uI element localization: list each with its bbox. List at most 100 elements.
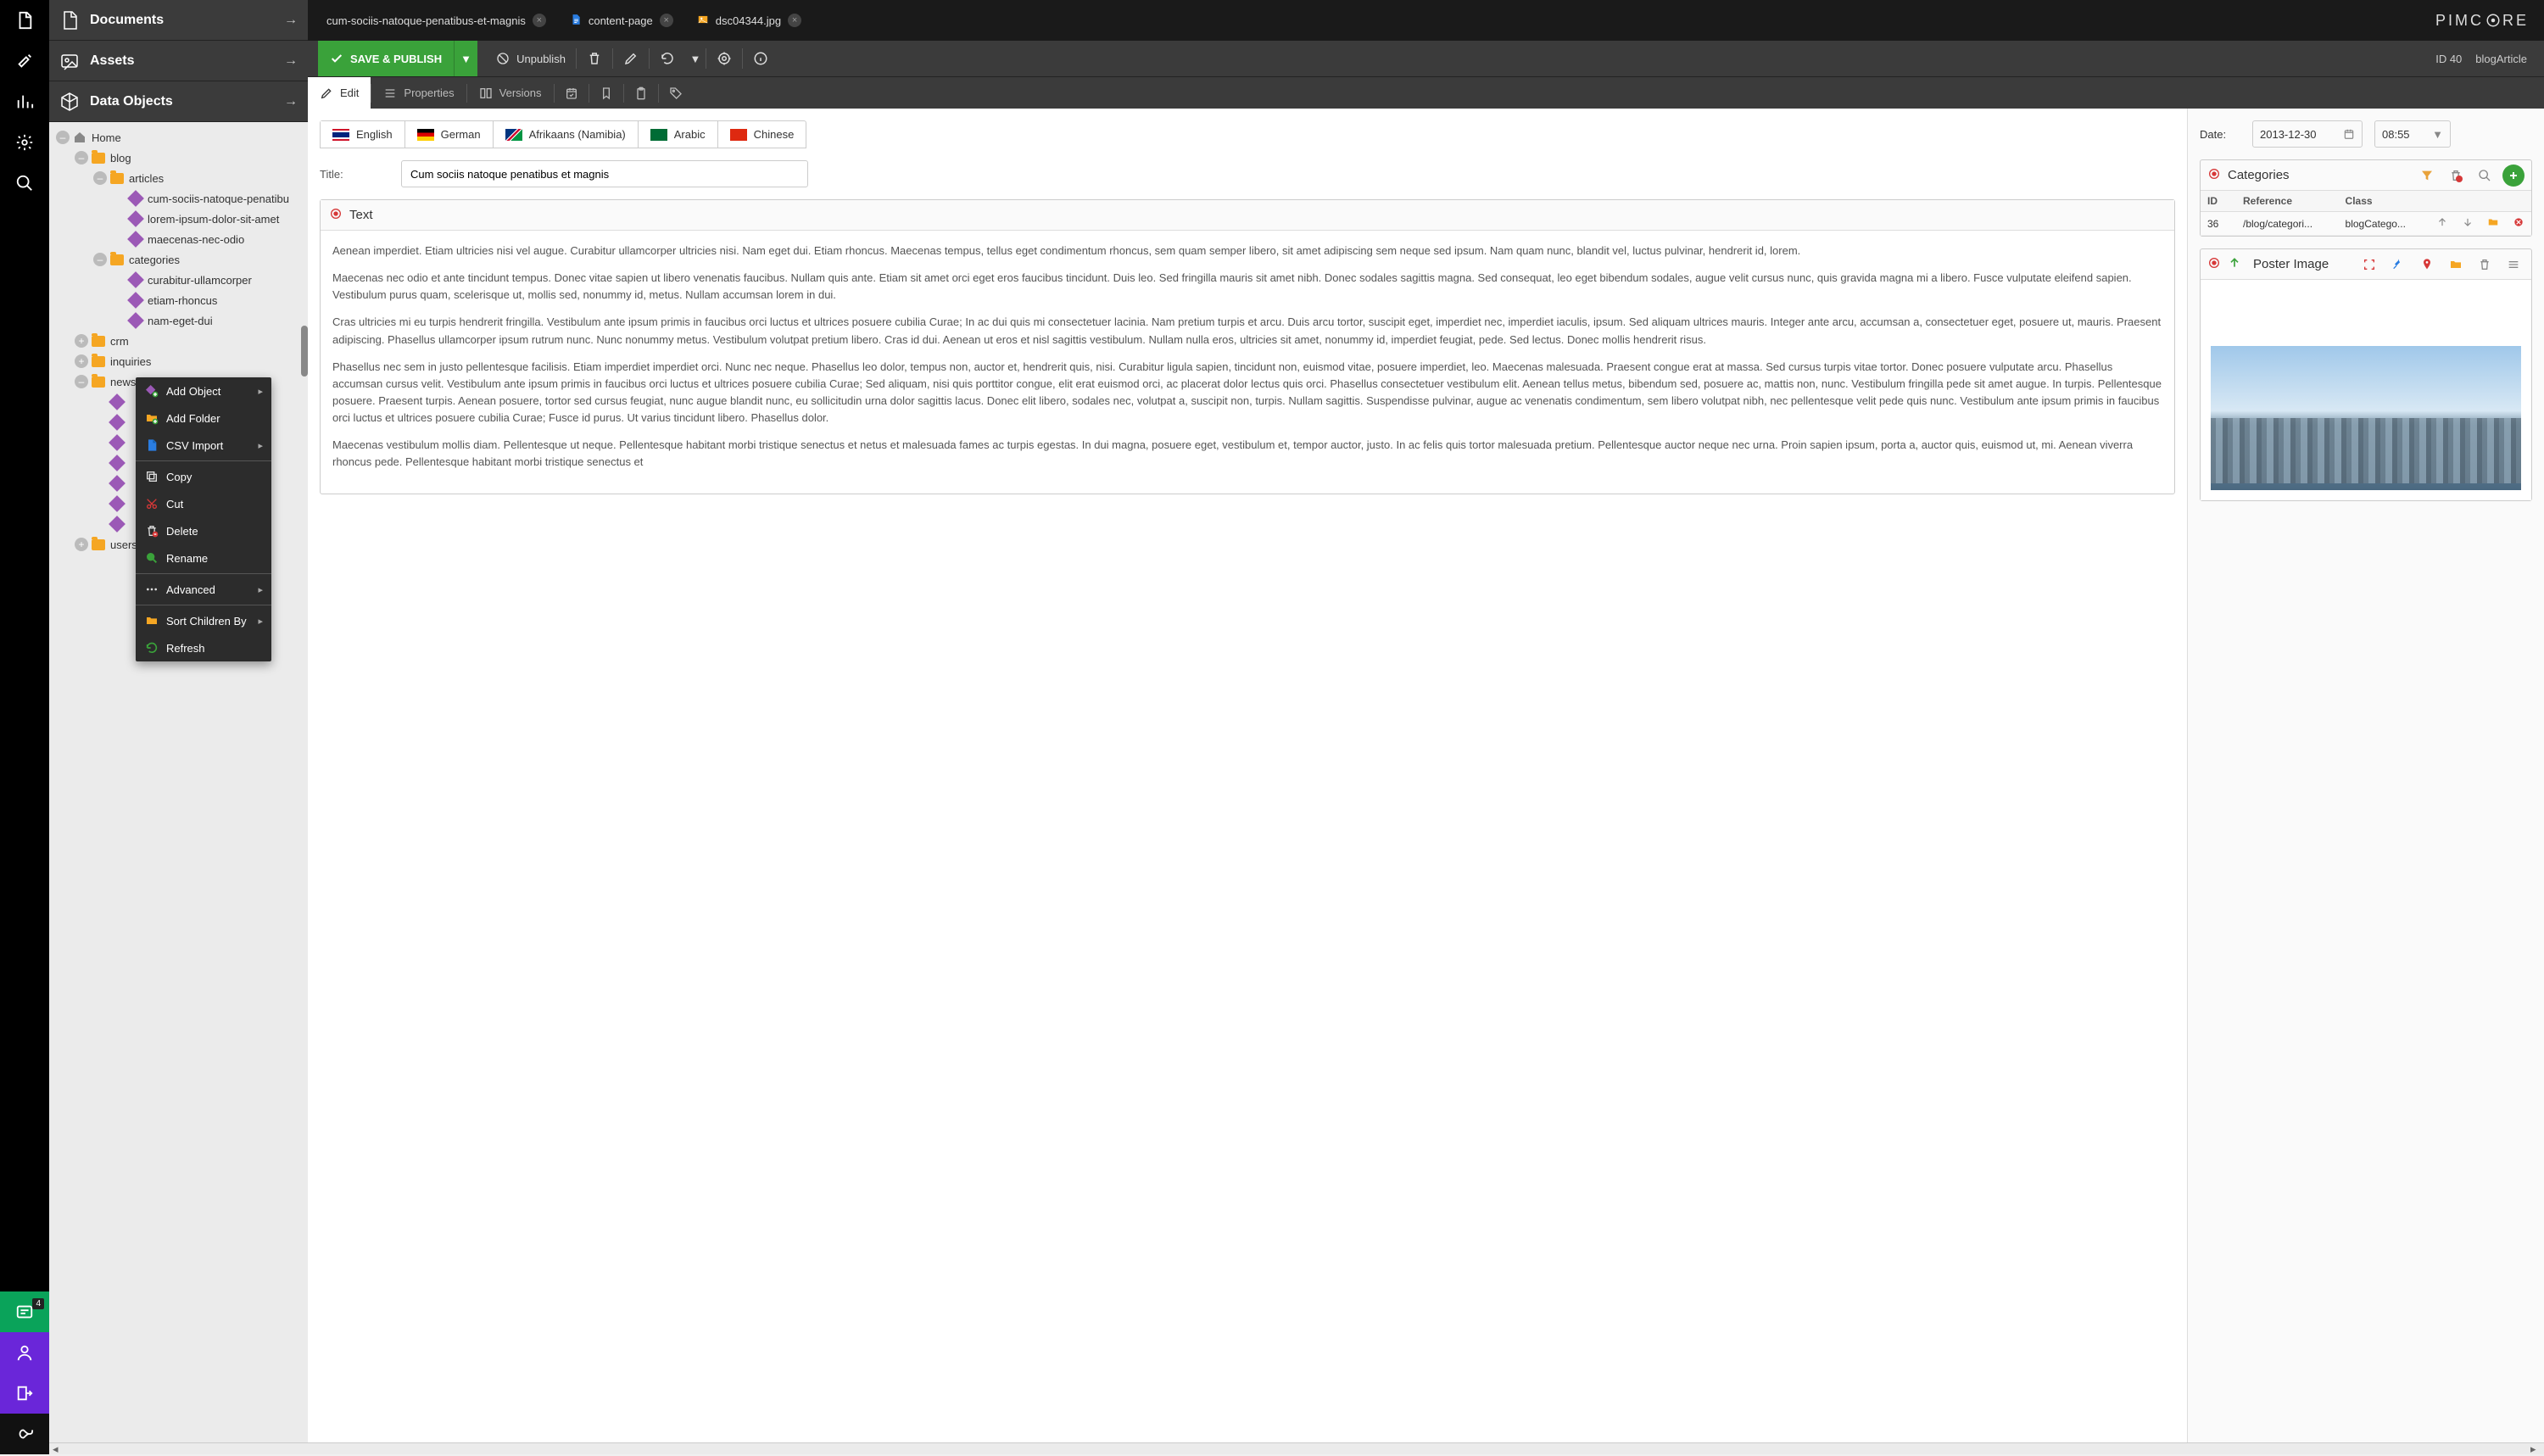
rail-analytics-icon[interactable] [0,81,49,122]
title-input[interactable] [401,160,808,187]
poster-image[interactable] [2211,346,2521,490]
folder-open-icon[interactable] [2445,254,2467,276]
pin-icon[interactable] [2387,254,2409,276]
target-button[interactable] [706,41,742,76]
table-row[interactable]: 36 /blog/categori... blogCatego... [2201,212,2531,236]
arrow-down-icon[interactable] [2462,219,2474,231]
ctx-add-object[interactable]: Add Object [136,377,271,404]
ctx-copy[interactable]: Copy [136,463,271,490]
subtab-properties[interactable]: Properties [371,77,466,109]
sidebar-panel-data-objects[interactable]: Data Objects → [49,81,308,122]
tree-toggle-icon[interactable] [93,171,107,185]
date-input[interactable]: 2013-12-30 [2252,120,2363,148]
reload-button[interactable] [650,41,685,76]
text-body[interactable]: Aenean imperdiet. Etiam ultricies nisi v… [321,231,2174,494]
lang-tab-ar[interactable]: Arabic [639,121,718,148]
doc-icon [570,14,582,28]
tree-home[interactable]: Home [49,127,308,148]
rail-notifications-icon[interactable]: 4 [0,1291,49,1332]
arrow-up-icon[interactable] [2436,219,2448,231]
lang-tab-cn[interactable]: Chinese [718,121,806,148]
tree-toggle-icon[interactable] [56,131,70,144]
remove-icon[interactable] [2513,219,2524,231]
tree-toggle-icon[interactable] [75,151,88,165]
upload-icon[interactable] [2228,256,2241,272]
filter-icon[interactable] [2416,165,2438,187]
tree-scrollbar[interactable] [301,326,308,377]
tree-item[interactable]: inquiries [49,351,308,371]
subtab-bookmark-icon[interactable] [589,77,623,109]
tree-toggle-icon[interactable] [75,375,88,388]
focus-icon[interactable] [2358,254,2380,276]
ctx-sort-children-by[interactable]: Sort Children By [136,607,271,634]
search-icon[interactable] [2474,165,2496,187]
menu-icon[interactable] [2502,254,2524,276]
unpublish-button[interactable]: Unpublish [486,41,576,76]
object-icon [110,497,124,510]
reload-dropdown-button[interactable]: ▼ [685,41,706,76]
time-input[interactable]: 08:55 ▼ [2374,120,2451,148]
info-button[interactable] [743,41,778,76]
ctx-cut[interactable]: Cut [136,490,271,517]
ctx-label: Copy [166,471,192,483]
close-icon[interactable]: × [660,14,673,27]
delete-button[interactable] [577,41,612,76]
subtab-versions[interactable]: Versions [467,77,554,109]
ctx-refresh[interactable]: Refresh [136,634,271,661]
ctx-csv-import[interactable]: CSV Import [136,432,271,459]
tree-toggle-icon [93,436,107,449]
rail-infinity-icon[interactable] [0,1414,49,1454]
ctx-rename[interactable]: Rename [136,544,271,572]
tab-2[interactable]: dsc04344.jpg× [685,0,813,41]
tree-item[interactable]: blog [49,148,308,168]
save-dropdown-button[interactable]: ▼ [454,41,477,76]
edit-pencil-button[interactable] [613,41,649,76]
tree-toggle-icon[interactable] [93,253,107,266]
ctx-advanced[interactable]: Advanced [136,576,271,603]
tree-item[interactable]: categories [49,249,308,270]
subtab-clipboard-icon[interactable] [624,77,658,109]
sidebar-panel-assets[interactable]: Assets → [49,41,308,81]
close-icon[interactable]: × [788,14,801,27]
tree-item[interactable]: maecenas-nec-odio [49,229,308,249]
tree-toggle-icon[interactable] [75,538,88,551]
subtab-schedule-icon[interactable] [555,77,589,109]
rail-search-icon[interactable] [0,163,49,204]
tree-item[interactable]: articles [49,168,308,188]
add-button[interactable] [2502,165,2524,187]
tree-item[interactable]: nam-eget-dui [49,310,308,331]
bottom-scrollbar[interactable]: ◂ ▸ [49,1442,2544,1454]
ctx-add-folder[interactable]: Add Folder [136,404,271,432]
scroll-left-icon[interactable]: ◂ [53,1442,63,1456]
tab-1[interactable]: content-page× [558,0,685,41]
save-publish-button[interactable]: SAVE & PUBLISH [318,41,454,76]
trash-icon[interactable] [2474,254,2496,276]
rail-user-icon[interactable] [0,1332,49,1373]
rail-logout-icon[interactable] [0,1373,49,1414]
tab-0[interactable]: cum-sociis-natoque-penatibus-et-magnis× [308,0,558,41]
open-folder-icon[interactable] [2487,219,2499,231]
rail-tools-icon[interactable] [0,41,49,81]
tree-toggle-icon[interactable] [75,354,88,368]
tree-item[interactable]: cum-sociis-natoque-penatibu [49,188,308,209]
lang-tab-gb[interactable]: English [321,121,405,148]
close-icon[interactable]: × [533,14,546,27]
trash-red-icon[interactable] [2445,165,2467,187]
lang-tab-de[interactable]: German [405,121,494,148]
tree-item[interactable]: crm [49,331,308,351]
tree-item[interactable]: lorem-ipsum-dolor-sit-amet [49,209,308,229]
tree-toggle-icon[interactable] [75,334,88,348]
lang-tab-na[interactable]: Afrikaans (Namibia) [494,121,639,148]
ctx-delete[interactable]: Delete [136,517,271,544]
subtab-edit[interactable]: Edit [308,77,371,109]
sidebar-panel-documents[interactable]: Documents → [49,0,308,41]
scroll-right-icon[interactable]: ▸ [2530,1442,2541,1456]
calendar-icon [2343,128,2355,140]
marker-icon[interactable] [2416,254,2438,276]
tree-item[interactable]: curabitur-ullamcorper [49,270,308,290]
tree-item[interactable]: etiam-rhoncus [49,290,308,310]
rail-settings-icon[interactable] [0,122,49,163]
object-toolbar: SAVE & PUBLISH ▼ Unpublish ▼ ID 40 blogA… [308,41,2544,76]
subtab-tag-icon[interactable] [659,77,693,109]
rail-file-icon[interactable] [0,0,49,41]
